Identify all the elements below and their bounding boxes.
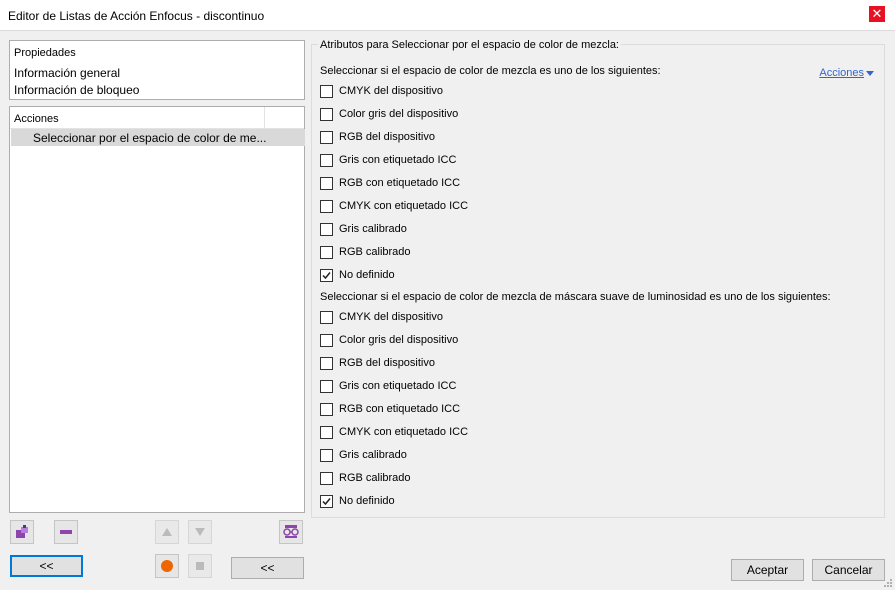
checkbox[interactable] xyxy=(320,310,333,324)
checkbox[interactable] xyxy=(320,176,333,190)
arrow-down-icon xyxy=(195,528,205,536)
glasses-icon xyxy=(283,525,299,538)
checkbox-label: Gris con etiquetado ICC xyxy=(339,380,457,392)
checkbox-row[interactable]: RGB con etiquetado ICC xyxy=(320,401,460,417)
checkbox-label: CMYK del dispositivo xyxy=(339,311,443,323)
checkbox-label: Gris calibrado xyxy=(339,449,407,461)
move-up-button[interactable] xyxy=(155,520,179,544)
window-title: Editor de Listas de Acción Enfocus - dis… xyxy=(8,9,265,23)
ok-button[interactable]: Aceptar xyxy=(731,559,804,581)
checkbox[interactable] xyxy=(320,199,333,213)
attributes-legend: Atributos para Seleccionar por el espaci… xyxy=(318,39,621,51)
remove-action-button[interactable] xyxy=(54,520,78,544)
add-action-button[interactable] xyxy=(10,520,34,544)
attributes-group: Atributos para Seleccionar por el espaci… xyxy=(311,39,885,518)
inspect-button[interactable] xyxy=(279,520,303,544)
column-divider xyxy=(264,107,265,128)
record-button[interactable] xyxy=(155,554,179,578)
checkbox-row[interactable]: Gris con etiquetado ICC xyxy=(320,152,456,168)
checkbox-label: RGB del dispositivo xyxy=(339,357,435,369)
checkmark-icon xyxy=(322,497,331,505)
section1-label: Seleccionar si el espacio de color de me… xyxy=(320,65,661,77)
properties-panel: Propiedades Información general Informac… xyxy=(9,40,305,100)
checkbox-label: RGB del dispositivo xyxy=(339,131,435,143)
properties-header: Propiedades xyxy=(14,47,76,59)
checkbox[interactable] xyxy=(320,130,333,144)
checkbox[interactable] xyxy=(320,494,333,508)
checkbox-label: No definido xyxy=(339,495,395,507)
checkbox-row[interactable]: No definido xyxy=(320,267,395,283)
checkbox[interactable] xyxy=(320,245,333,259)
checkbox[interactable] xyxy=(320,222,333,236)
stop-button[interactable] xyxy=(188,554,212,578)
checkbox-row[interactable]: RGB calibrado xyxy=(320,244,411,260)
move-down-button[interactable] xyxy=(188,520,212,544)
checkbox[interactable] xyxy=(320,402,333,416)
minus-icon xyxy=(60,530,72,534)
checkmark-icon xyxy=(322,271,331,279)
checkbox[interactable] xyxy=(320,379,333,393)
checkbox-label: RGB con etiquetado ICC xyxy=(339,177,461,189)
checkbox[interactable] xyxy=(320,107,333,121)
checkbox-row[interactable]: No definido xyxy=(320,493,395,509)
checkbox[interactable] xyxy=(320,448,333,462)
cancel-button[interactable]: Cancelar xyxy=(812,559,885,581)
checkbox-row[interactable]: Color gris del dispositivo xyxy=(320,106,458,122)
arrow-up-icon xyxy=(162,528,172,536)
record-icon xyxy=(161,560,173,572)
checkbox-row[interactable]: CMYK del dispositivo xyxy=(320,309,443,325)
checkbox-label: Color gris del dispositivo xyxy=(339,108,459,120)
checkbox-label: CMYK con etiquetado ICC xyxy=(339,200,469,212)
chevron-down-icon xyxy=(866,70,874,76)
checkbox-row[interactable]: RGB con etiquetado ICC xyxy=(320,175,460,191)
checkbox-row[interactable]: Gris calibrado xyxy=(320,447,407,463)
stop-icon xyxy=(196,562,204,570)
checkbox-label: Gris calibrado xyxy=(339,223,407,235)
checkbox-label: Gris con etiquetado ICC xyxy=(339,154,457,166)
resize-grip-icon[interactable] xyxy=(883,578,893,588)
checkbox-label: Color gris del dispositivo xyxy=(339,334,459,346)
checkbox-row[interactable]: Color gris del dispositivo xyxy=(320,332,458,348)
checkbox-row[interactable]: RGB calibrado xyxy=(320,470,411,486)
checkbox-row[interactable]: RGB del dispositivo xyxy=(320,355,435,371)
properties-item-lock[interactable]: Información de bloqueo xyxy=(14,83,139,97)
checkbox[interactable] xyxy=(320,153,333,167)
checkbox-row[interactable]: RGB del dispositivo xyxy=(320,129,435,145)
checkbox-label: CMYK con etiquetado ICC xyxy=(339,426,469,438)
section2-label: Seleccionar si el espacio de color de me… xyxy=(320,291,831,303)
action-item-selected[interactable]: Seleccionar por el espacio de color de m… xyxy=(11,129,305,146)
checkbox[interactable] xyxy=(320,268,333,282)
close-icon[interactable]: ✕ xyxy=(869,6,885,22)
actions-menu-link[interactable]: Acciones xyxy=(819,67,874,79)
checkbox-row[interactable]: CMYK del dispositivo xyxy=(320,83,443,99)
collapse-button[interactable]: << xyxy=(231,557,304,579)
back-button[interactable]: << xyxy=(10,555,83,577)
checkbox[interactable] xyxy=(320,425,333,439)
checkbox-label: No definido xyxy=(339,269,395,281)
checkbox-label: RGB calibrado xyxy=(339,246,411,258)
checkbox-row[interactable]: CMYK con etiquetado ICC xyxy=(320,198,468,214)
actions-header: Acciones xyxy=(14,113,59,125)
checkbox-row[interactable]: Gris con etiquetado ICC xyxy=(320,378,456,394)
checkbox-row[interactable]: CMYK con etiquetado ICC xyxy=(320,424,468,440)
title-bar: Editor de Listas de Acción Enfocus - dis… xyxy=(0,0,895,31)
action-item-label: Seleccionar por el espacio de color de m… xyxy=(33,131,267,145)
checkbox-label: CMYK del dispositivo xyxy=(339,85,443,97)
checkbox[interactable] xyxy=(320,356,333,370)
add-action-icon xyxy=(16,525,28,538)
actions-header-row: Acciones xyxy=(10,107,304,129)
checkbox[interactable] xyxy=(320,84,333,98)
checkbox[interactable] xyxy=(320,333,333,347)
properties-item-general[interactable]: Información general xyxy=(14,66,120,80)
checkbox[interactable] xyxy=(320,471,333,485)
checkbox-label: RGB calibrado xyxy=(339,472,411,484)
actions-menu-label: Acciones xyxy=(819,67,864,79)
actions-list: Acciones Seleccionar por el espacio de c… xyxy=(9,106,305,513)
checkbox-row[interactable]: Gris calibrado xyxy=(320,221,407,237)
checkbox-label: RGB con etiquetado ICC xyxy=(339,403,461,415)
